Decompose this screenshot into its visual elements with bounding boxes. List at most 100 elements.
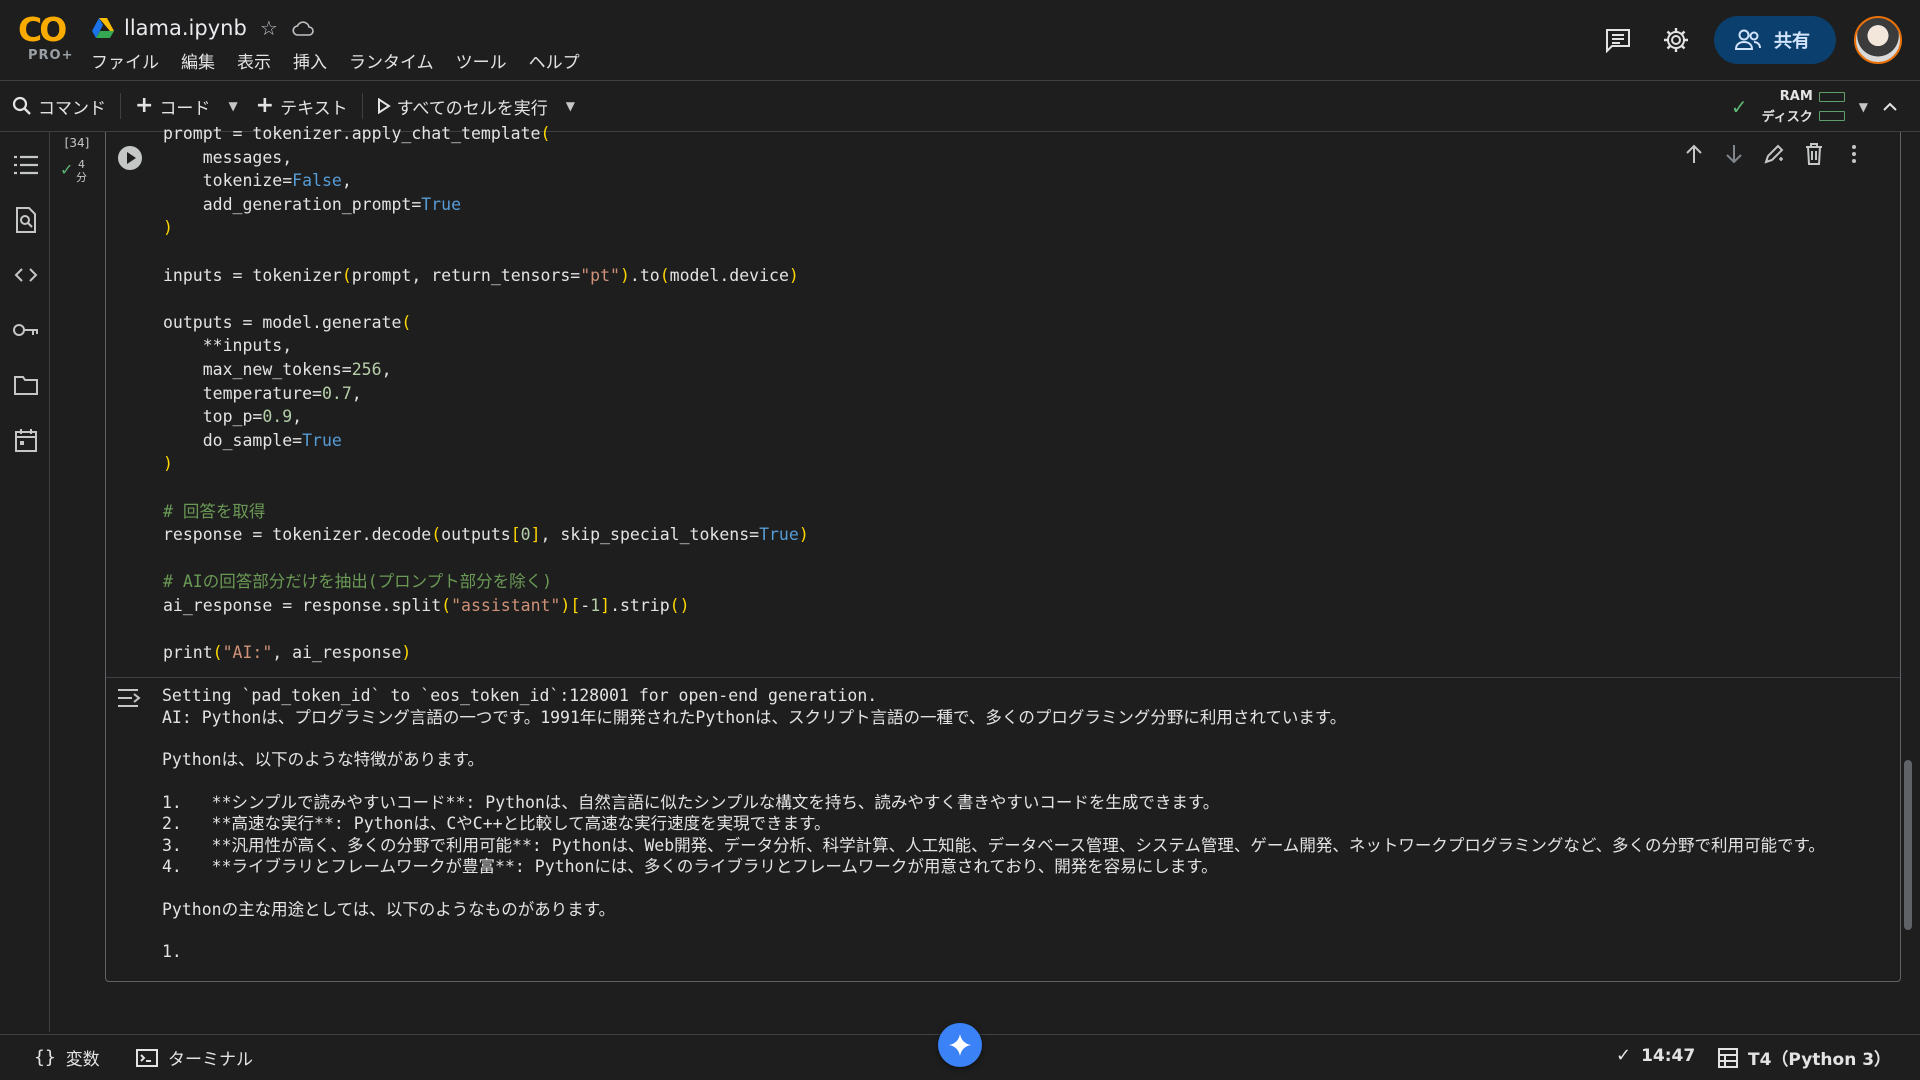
code-line[interactable]: ai_response = response.split("assistant"… (163, 594, 809, 618)
menu-file[interactable]: ファイル (91, 48, 159, 73)
output-icon[interactable] (116, 688, 144, 710)
run-all-button[interactable]: すべてのセルを実行 (365, 88, 560, 124)
share-button[interactable]: 共有 (1714, 16, 1836, 64)
comment-icon[interactable] (1598, 20, 1638, 60)
code-line[interactable]: print("AI:", ai_response) (163, 641, 809, 665)
colab-logo[interactable]: CO PRO+ (18, 12, 74, 68)
star-icon[interactable]: ☆ (257, 16, 281, 40)
runtime-status[interactable]: T4（Python 3） (1718, 1045, 1891, 1070)
code-line[interactable]: ) (163, 452, 809, 476)
resource-dropdown-icon[interactable]: ▼ (1859, 100, 1868, 114)
menu-runtime[interactable]: ランタイム (349, 48, 434, 73)
toc-icon[interactable] (13, 152, 39, 178)
code-line[interactable]: prompt = tokenizer.apply_chat_template( (163, 122, 809, 146)
code-line[interactable]: top_p=0.9, (163, 405, 809, 429)
add-text-button[interactable]: + テキスト (244, 88, 360, 124)
menu-edit[interactable]: 編集 (181, 48, 215, 73)
resource-monitor[interactable]: RAM ディスク (1762, 89, 1845, 125)
menu-view[interactable]: 表示 (237, 48, 271, 73)
code-line[interactable]: messages, (163, 146, 809, 170)
check-icon: ✓ (1616, 1045, 1632, 1066)
cloud-icon[interactable] (291, 16, 315, 40)
menu-help[interactable]: ヘルプ (529, 48, 580, 73)
runtime-icon (1718, 1047, 1738, 1068)
output-line: 1. (162, 942, 182, 961)
title-row: llama.ipynb ☆ (92, 14, 315, 42)
disk-bar (1818, 110, 1845, 121)
gear-icon[interactable] (1656, 20, 1696, 60)
run-all-dropdown[interactable]: ▼ (560, 88, 581, 124)
output-line: AI: Pythonは、プログラミング言語の一つです。1991年に開発されたPy… (162, 707, 1347, 727)
code-icon[interactable] (13, 262, 39, 288)
execution-time: 4 分 (76, 158, 87, 184)
add-code-button[interactable]: + コード (123, 88, 222, 124)
more-vert-icon[interactable] (1840, 140, 1868, 168)
code-line[interactable]: ​ (163, 287, 809, 311)
output-line: ​ (162, 878, 1882, 899)
output-line: ​ (162, 771, 1882, 792)
variables-button[interactable]: {} 変数 (34, 1045, 100, 1070)
run-all-label: すべてのセルを実行 (396, 98, 548, 119)
output-line: Pythonの主な用途としては、以下のようなものがあります。 (162, 899, 616, 919)
runtime-label: T4（Python 3） (1748, 1050, 1892, 1070)
caret-down-icon: ▼ (228, 99, 238, 113)
trash-icon[interactable] (1800, 140, 1828, 168)
add-code-dropdown[interactable]: ▼ (222, 88, 243, 124)
header: CO PRO+ llama.ipynb ☆ ファイル 編集 表示 挿入 ランタイ… (0, 0, 1920, 80)
code-line[interactable]: ​ (163, 617, 809, 641)
left-sidebar (0, 132, 50, 1032)
code-line[interactable]: response = tokenizer.decode(outputs[0], … (163, 523, 809, 547)
calendar-icon[interactable] (13, 427, 39, 453)
output-line: 2. **高速な実行**: Pythonは、CやC++と比較して高速な実行速度を… (162, 814, 831, 833)
plus-icon: + (135, 93, 154, 118)
gemini-icon (949, 1034, 971, 1056)
terminal-button[interactable]: ターミナル (136, 1045, 253, 1070)
chevron-up-icon[interactable] (1882, 98, 1898, 117)
status-time: 14:47 (1641, 1045, 1696, 1066)
output-line: 3. **汎用性が高く、多くの分野で利用可能**: Pythonは、Web開発、… (162, 835, 1825, 855)
folder-icon[interactable] (13, 372, 39, 398)
execution-indicator: [34] ✓ 4 分 (60, 136, 94, 184)
code-line[interactable]: add_generation_prompt=True (163, 193, 809, 217)
arrow-up-icon[interactable] (1680, 140, 1708, 168)
avatar[interactable] (1854, 16, 1902, 64)
code-line[interactable]: ​ (163, 240, 809, 264)
plus-icon: + (255, 93, 275, 118)
code-line[interactable]: # 回答を取得 (163, 500, 809, 524)
key-icon[interactable] (13, 317, 39, 343)
code-editor[interactable]: prompt = tokenizer.apply_chat_template( … (163, 122, 809, 665)
execution-status[interactable]: ✓ 14:47 (1616, 1045, 1695, 1066)
caret-down-icon: ▼ (565, 99, 575, 113)
code-line[interactable]: do_sample=True (163, 429, 809, 453)
code-line[interactable]: max_new_tokens=256, (163, 358, 809, 382)
execution-time-unit: 分 (76, 171, 87, 184)
run-cell-button[interactable] (118, 146, 142, 170)
menu-insert[interactable]: 挿入 (293, 48, 327, 73)
code-line[interactable]: tokenize=False, (163, 169, 809, 193)
find-icon[interactable] (13, 207, 39, 233)
drive-icon[interactable] (92, 18, 114, 38)
terminal-label: ターミナル (168, 1050, 253, 1070)
code-line[interactable]: **inputs, (163, 334, 809, 358)
file-title[interactable]: llama.ipynb (124, 16, 247, 40)
output-line: Setting `pad_token_id` to `eos_token_id`… (162, 686, 878, 705)
code-line[interactable]: ) (163, 216, 809, 240)
arrow-down-icon[interactable] (1720, 140, 1748, 168)
header-actions: 共有 (1598, 12, 1902, 68)
code-line[interactable]: inputs = tokenizer(prompt, return_tensor… (163, 264, 809, 288)
code-line[interactable]: ​ (163, 547, 809, 571)
variables-label: 変数 (65, 1050, 100, 1070)
add-text-label: テキスト (280, 98, 348, 119)
edit-icon[interactable] (1760, 140, 1788, 168)
output-line: ​ (162, 728, 1882, 749)
code-line[interactable]: ​ (163, 476, 809, 500)
gemini-button[interactable] (938, 1023, 982, 1067)
cell-output: Setting `pad_token_id` to `eos_token_id`… (162, 685, 1882, 963)
code-line[interactable]: temperature=0.7, (163, 382, 809, 406)
menu-bar: ファイル 編集 表示 挿入 ランタイム ツール ヘルプ (91, 48, 580, 73)
scrollbar[interactable] (1904, 760, 1912, 930)
code-line[interactable]: # AIの回答部分だけを抽出(プロンプト部分を除く) (163, 570, 809, 594)
command-button[interactable]: コマンド (0, 88, 118, 124)
menu-tools[interactable]: ツール (456, 48, 507, 73)
code-line[interactable]: outputs = model.generate( (163, 311, 809, 335)
